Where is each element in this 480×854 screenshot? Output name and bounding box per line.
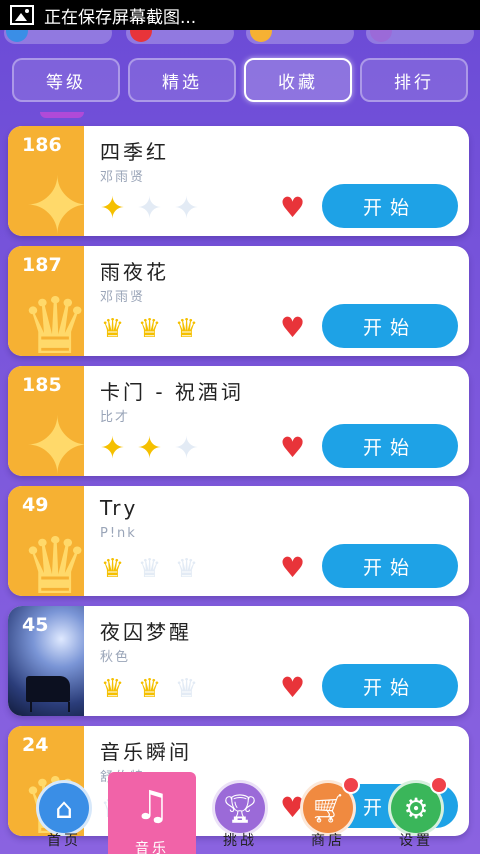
- song-title: 卡门 - 祝酒词: [100, 380, 244, 404]
- song-card[interactable]: ✦ 186 四季红邓雨贤 ✦ ✦ ✦ ♥ 开始: [8, 126, 469, 236]
- crown-icon: ♛: [174, 554, 199, 584]
- favorite-heart-icon[interactable]: ♥: [280, 314, 305, 342]
- song-card[interactable]: ✦ 185 卡门 - 祝酒词比才 ✦ ✦ ✦ ♥ 开始: [8, 366, 469, 476]
- crown-icon: ♛: [174, 314, 199, 344]
- song-rating: ✦ ✦ ✦: [96, 432, 203, 466]
- song-card[interactable]: ♛ 49 Try P!nk ♛ ♛ ♛ ♥ 开始: [8, 486, 469, 596]
- star-icon: ✦: [173, 191, 200, 226]
- start-button[interactable]: 开始: [322, 544, 458, 588]
- star-icon: ✦: [99, 431, 126, 466]
- star-icon: ✦: [136, 431, 163, 466]
- song-rating: ✦ ✦ ✦: [96, 192, 203, 226]
- star-icon: ✦: [173, 431, 200, 466]
- song-artist: 秋色: [100, 650, 131, 665]
- start-button[interactable]: 开始: [322, 424, 458, 468]
- song-badge: 45: [8, 606, 84, 716]
- nav-shop[interactable]: 🛒︎ 商店: [288, 776, 368, 854]
- song-number: 24: [22, 734, 49, 756]
- nav-settings[interactable]: ⚙ 设置: [376, 776, 456, 854]
- tab-level[interactable]: 等级: [12, 58, 120, 102]
- song-artist: 邓雨贤: [100, 170, 146, 185]
- trophy-icon: 🏆︎: [212, 780, 268, 836]
- nav-label: 设置: [399, 833, 433, 849]
- start-button[interactable]: 开始: [322, 184, 458, 228]
- crown-icon: ♛: [137, 554, 162, 584]
- crown-icon: ♛: [100, 674, 125, 704]
- favorite-heart-icon[interactable]: ♥: [280, 674, 305, 702]
- song-title: 雨夜花: [100, 260, 169, 284]
- bottom-nav: ⌂ 首页 ♫ 音乐 🏆︎ 挑战 🛒︎ 商店 ⚙ 设置: [0, 772, 480, 854]
- song-number: 187: [22, 254, 62, 276]
- tab-ranking[interactable]: 排行: [360, 58, 468, 102]
- song-number: 185: [22, 374, 62, 396]
- song-artist: 比才: [100, 410, 131, 425]
- song-card[interactable]: 45 夜囚梦醒秋色 ♛ ♛ ♛ ♥ 开始: [8, 606, 469, 716]
- crown-icon: ♛: [174, 674, 199, 704]
- crown-icon: ♛: [20, 282, 84, 356]
- crown-icon: ♛: [137, 314, 162, 344]
- status-text: 正在保存屏幕截图...: [44, 7, 197, 28]
- star-icon: ✦: [24, 402, 84, 476]
- song-number: 49: [22, 494, 49, 516]
- favorite-heart-icon[interactable]: ♥: [280, 194, 305, 222]
- song-title: 音乐瞬间: [100, 740, 192, 764]
- star-icon: ✦: [136, 191, 163, 226]
- currency-strip: [0, 30, 480, 46]
- nav-home[interactable]: ⌂ 首页: [24, 780, 104, 854]
- screenshot-icon: [10, 5, 34, 25]
- song-badge: ✦ 186: [8, 126, 84, 236]
- crown-icon: ♛: [137, 674, 162, 704]
- start-button[interactable]: 开始: [322, 664, 458, 708]
- nav-challenge[interactable]: 🏆︎ 挑战: [200, 780, 280, 854]
- song-title: 四季红: [100, 140, 169, 164]
- nav-label: 挑战: [223, 833, 257, 849]
- crown-icon: ♛: [100, 314, 125, 344]
- music-note-icon: ♫: [134, 783, 170, 829]
- song-artist: P!nk: [100, 526, 137, 541]
- song-badge: ✦ 185: [8, 366, 84, 476]
- nav-music[interactable]: ♫ 音乐: [108, 772, 196, 854]
- status-bar: 正在保存屏幕截图...: [0, 0, 480, 30]
- start-button[interactable]: 开始: [322, 304, 458, 348]
- category-tabs: 等级 精选 收藏 排行: [12, 58, 468, 102]
- song-rating: ♛ ♛ ♛: [96, 552, 203, 586]
- nav-label: 首页: [47, 833, 81, 849]
- song-card[interactable]: ♛ 187 雨夜花邓雨贤 ♛ ♛ ♛ ♥ 开始: [8, 246, 469, 356]
- nav-label: 音乐: [135, 841, 169, 854]
- tab-featured[interactable]: 精选: [128, 58, 236, 102]
- song-number: 45: [22, 614, 49, 636]
- song-rating: ♛ ♛ ♛: [96, 672, 203, 706]
- song-list[interactable]: ✦ 186 四季红 邓雨贤 ✦ ✦ ✦ ♥ 开始 ♛ 187 雨夜花 邓雨贤 ♛ ♛ ♛ ♥ 开始 ✦ 185 卡门 -…: [0, 112, 480, 854]
- song-badge: ♛ 187: [8, 246, 84, 356]
- previous-card-edge: [40, 112, 84, 118]
- song-badge: ♛ 49: [8, 486, 84, 596]
- song-rating: ♛ ♛ ♛: [96, 312, 203, 346]
- home-icon: ⌂: [36, 780, 92, 836]
- song-number: 186: [22, 134, 62, 156]
- notification-badge: [342, 776, 360, 794]
- tab-favorites[interactable]: 收藏: [244, 58, 352, 102]
- song-title: 夜囚梦醒: [100, 620, 192, 644]
- nav-label: 商店: [311, 833, 345, 849]
- star-icon: ✦: [99, 191, 126, 226]
- notification-badge: [430, 776, 448, 794]
- song-artist: 邓雨贤: [100, 290, 146, 305]
- album-cover-image: [26, 676, 70, 712]
- star-icon: ✦: [24, 162, 84, 236]
- crown-icon: ♛: [100, 554, 125, 584]
- favorite-heart-icon[interactable]: ♥: [280, 554, 305, 582]
- crown-icon: ♛: [20, 522, 84, 596]
- favorite-heart-icon[interactable]: ♥: [280, 434, 305, 462]
- song-title: Try: [100, 496, 139, 520]
